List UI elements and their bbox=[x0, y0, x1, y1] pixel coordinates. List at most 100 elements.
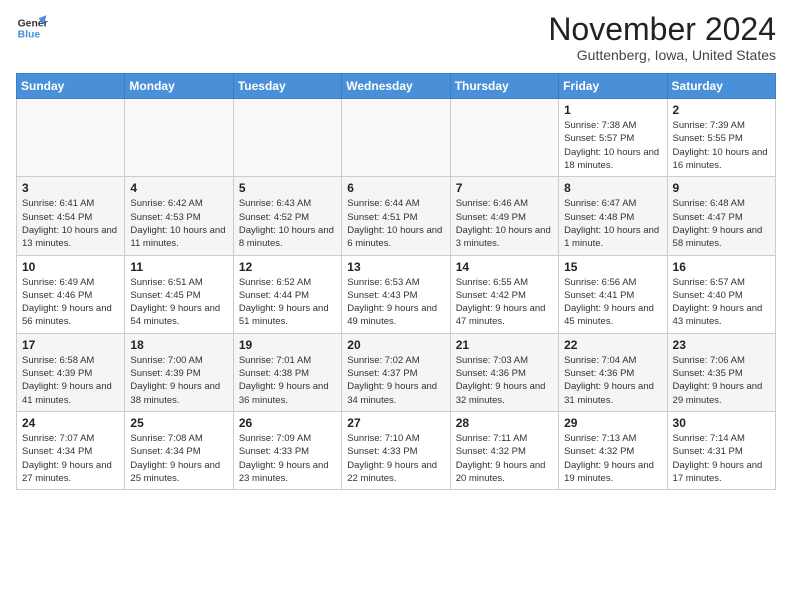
day-cell: 29 Sunrise: 7:13 AMSunset: 4:32 PMDayligh… bbox=[559, 411, 667, 489]
day-info: Sunrise: 6:42 AMSunset: 4:53 PMDaylight:… bbox=[130, 197, 227, 250]
logo-icon: General Blue bbox=[16, 12, 48, 44]
location: Guttenberg, Iowa, United States bbox=[548, 47, 776, 63]
day-cell: 14 Sunrise: 6:55 AMSunset: 4:42 PMDayligh… bbox=[450, 255, 558, 333]
day-number: 5 bbox=[239, 181, 336, 195]
day-cell: 7 Sunrise: 6:46 AMSunset: 4:49 PMDaylight… bbox=[450, 177, 558, 255]
day-cell: 28 Sunrise: 7:11 AMSunset: 4:32 PMDayligh… bbox=[450, 411, 558, 489]
column-header-tuesday: Tuesday bbox=[233, 74, 341, 99]
day-number: 11 bbox=[130, 260, 227, 274]
day-number: 29 bbox=[564, 416, 661, 430]
day-cell: 8 Sunrise: 6:47 AMSunset: 4:48 PMDaylight… bbox=[559, 177, 667, 255]
week-row-2: 3 Sunrise: 6:41 AMSunset: 4:54 PMDaylight… bbox=[17, 177, 776, 255]
day-number: 21 bbox=[456, 338, 553, 352]
day-info: Sunrise: 6:56 AMSunset: 4:41 PMDaylight:… bbox=[564, 276, 661, 329]
day-number: 30 bbox=[673, 416, 770, 430]
header-row: SundayMondayTuesdayWednesdayThursdayFrid… bbox=[17, 74, 776, 99]
day-info: Sunrise: 7:13 AMSunset: 4:32 PMDaylight:… bbox=[564, 432, 661, 485]
day-number: 24 bbox=[22, 416, 119, 430]
day-number: 26 bbox=[239, 416, 336, 430]
day-number: 14 bbox=[456, 260, 553, 274]
day-cell: 20Sunrise: 7:02 AMSunset: 4:37 PMDayligh… bbox=[342, 333, 450, 411]
day-cell: 6 Sunrise: 6:44 AMSunset: 4:51 PMDaylight… bbox=[342, 177, 450, 255]
day-info: Sunrise: 6:55 AMSunset: 4:42 PMDaylight:… bbox=[456, 276, 553, 329]
day-cell bbox=[17, 99, 125, 177]
day-number: 18 bbox=[130, 338, 227, 352]
day-info: Sunrise: 6:51 AMSunset: 4:45 PMDaylight:… bbox=[130, 276, 227, 329]
day-cell: 25 Sunrise: 7:08 AMSunset: 4:34 PMDayligh… bbox=[125, 411, 233, 489]
week-row-4: 17 Sunrise: 6:58 AMSunset: 4:39 PMDayligh… bbox=[17, 333, 776, 411]
day-cell: 12Sunrise: 6:52 AMSunset: 4:44 PMDayligh… bbox=[233, 255, 341, 333]
month-title: November 2024 bbox=[548, 12, 776, 47]
day-cell: 4Sunrise: 6:42 AMSunset: 4:53 PMDaylight… bbox=[125, 177, 233, 255]
day-number: 9 bbox=[673, 181, 770, 195]
day-info: Sunrise: 6:52 AMSunset: 4:44 PMDaylight:… bbox=[239, 276, 336, 329]
day-number: 1 bbox=[564, 103, 661, 117]
day-info: Sunrise: 7:09 AMSunset: 4:33 PMDaylight:… bbox=[239, 432, 336, 485]
calendar-table: SundayMondayTuesdayWednesdayThursdayFrid… bbox=[16, 73, 776, 490]
day-info: Sunrise: 6:43 AMSunset: 4:52 PMDaylight:… bbox=[239, 197, 336, 250]
day-cell: 13 Sunrise: 6:53 AMSunset: 4:43 PMDayligh… bbox=[342, 255, 450, 333]
day-cell: 22 Sunrise: 7:04 AMSunset: 4:36 PMDayligh… bbox=[559, 333, 667, 411]
day-cell bbox=[342, 99, 450, 177]
day-info: Sunrise: 7:04 AMSunset: 4:36 PMDaylight:… bbox=[564, 354, 661, 407]
day-info: Sunrise: 7:06 AMSunset: 4:35 PMDaylight:… bbox=[673, 354, 770, 407]
day-info: Sunrise: 7:00 AMSunset: 4:39 PMDaylight:… bbox=[130, 354, 227, 407]
day-info: Sunrise: 6:57 AMSunset: 4:40 PMDaylight:… bbox=[673, 276, 770, 329]
day-info: Sunrise: 7:10 AMSunset: 4:33 PMDaylight:… bbox=[347, 432, 444, 485]
day-cell: 5 Sunrise: 6:43 AMSunset: 4:52 PMDaylight… bbox=[233, 177, 341, 255]
day-number: 20 bbox=[347, 338, 444, 352]
day-number: 6 bbox=[347, 181, 444, 195]
day-number: 2 bbox=[673, 103, 770, 117]
day-cell: 3 Sunrise: 6:41 AMSunset: 4:54 PMDaylight… bbox=[17, 177, 125, 255]
day-cell: 26 Sunrise: 7:09 AMSunset: 4:33 PMDayligh… bbox=[233, 411, 341, 489]
day-cell: 16 Sunrise: 6:57 AMSunset: 4:40 PMDayligh… bbox=[667, 255, 775, 333]
day-cell: 11 Sunrise: 6:51 AMSunset: 4:45 PMDayligh… bbox=[125, 255, 233, 333]
day-info: Sunrise: 7:03 AMSunset: 4:36 PMDaylight:… bbox=[456, 354, 553, 407]
day-number: 22 bbox=[564, 338, 661, 352]
day-number: 28 bbox=[456, 416, 553, 430]
header: General Blue November 2024 Guttenberg, I… bbox=[16, 12, 776, 63]
day-number: 3 bbox=[22, 181, 119, 195]
week-row-1: 1 Sunrise: 7:38 AMSunset: 5:57 PMDaylight… bbox=[17, 99, 776, 177]
day-info: Sunrise: 7:14 AMSunset: 4:31 PMDaylight:… bbox=[673, 432, 770, 485]
day-number: 25 bbox=[130, 416, 227, 430]
day-info: Sunrise: 6:47 AMSunset: 4:48 PMDaylight:… bbox=[564, 197, 661, 250]
day-info: Sunrise: 7:38 AMSunset: 5:57 PMDaylight:… bbox=[564, 119, 661, 172]
day-cell: 23 Sunrise: 7:06 AMSunset: 4:35 PMDayligh… bbox=[667, 333, 775, 411]
day-number: 8 bbox=[564, 181, 661, 195]
day-number: 19 bbox=[239, 338, 336, 352]
day-info: Sunrise: 7:11 AMSunset: 4:32 PMDaylight:… bbox=[456, 432, 553, 485]
day-info: Sunrise: 6:53 AMSunset: 4:43 PMDaylight:… bbox=[347, 276, 444, 329]
logo: General Blue bbox=[16, 12, 48, 44]
day-cell: 1 Sunrise: 7:38 AMSunset: 5:57 PMDaylight… bbox=[559, 99, 667, 177]
day-cell: 19 Sunrise: 7:01 AMSunset: 4:38 PMDayligh… bbox=[233, 333, 341, 411]
column-header-friday: Friday bbox=[559, 74, 667, 99]
day-info: Sunrise: 7:01 AMSunset: 4:38 PMDaylight:… bbox=[239, 354, 336, 407]
day-cell bbox=[125, 99, 233, 177]
day-number: 7 bbox=[456, 181, 553, 195]
day-info: Sunrise: 6:49 AMSunset: 4:46 PMDaylight:… bbox=[22, 276, 119, 329]
day-cell: 18 Sunrise: 7:00 AMSunset: 4:39 PMDayligh… bbox=[125, 333, 233, 411]
day-info: Sunrise: 6:46 AMSunset: 4:49 PMDaylight:… bbox=[456, 197, 553, 250]
day-info: Sunrise: 7:07 AMSunset: 4:34 PMDaylight:… bbox=[22, 432, 119, 485]
day-number: 23 bbox=[673, 338, 770, 352]
day-number: 27 bbox=[347, 416, 444, 430]
title-block: November 2024 Guttenberg, Iowa, United S… bbox=[548, 12, 776, 63]
column-header-thursday: Thursday bbox=[450, 74, 558, 99]
page: General Blue November 2024 Guttenberg, I… bbox=[0, 0, 792, 502]
day-info: Sunrise: 6:44 AMSunset: 4:51 PMDaylight:… bbox=[347, 197, 444, 250]
day-number: 15 bbox=[564, 260, 661, 274]
day-cell: 24 Sunrise: 7:07 AMSunset: 4:34 PMDayligh… bbox=[17, 411, 125, 489]
day-info: Sunrise: 7:08 AMSunset: 4:34 PMDaylight:… bbox=[130, 432, 227, 485]
day-cell: 30 Sunrise: 7:14 AMSunset: 4:31 PMDayligh… bbox=[667, 411, 775, 489]
day-info: Sunrise: 6:58 AMSunset: 4:39 PMDaylight:… bbox=[22, 354, 119, 407]
day-cell: 17 Sunrise: 6:58 AMSunset: 4:39 PMDayligh… bbox=[17, 333, 125, 411]
day-number: 17 bbox=[22, 338, 119, 352]
week-row-3: 10Sunrise: 6:49 AMSunset: 4:46 PMDayligh… bbox=[17, 255, 776, 333]
day-number: 13 bbox=[347, 260, 444, 274]
day-cell: 27 Sunrise: 7:10 AMSunset: 4:33 PMDayligh… bbox=[342, 411, 450, 489]
day-info: Sunrise: 6:41 AMSunset: 4:54 PMDaylight:… bbox=[22, 197, 119, 250]
day-number: 16 bbox=[673, 260, 770, 274]
svg-text:Blue: Blue bbox=[18, 30, 41, 41]
column-header-wednesday: Wednesday bbox=[342, 74, 450, 99]
